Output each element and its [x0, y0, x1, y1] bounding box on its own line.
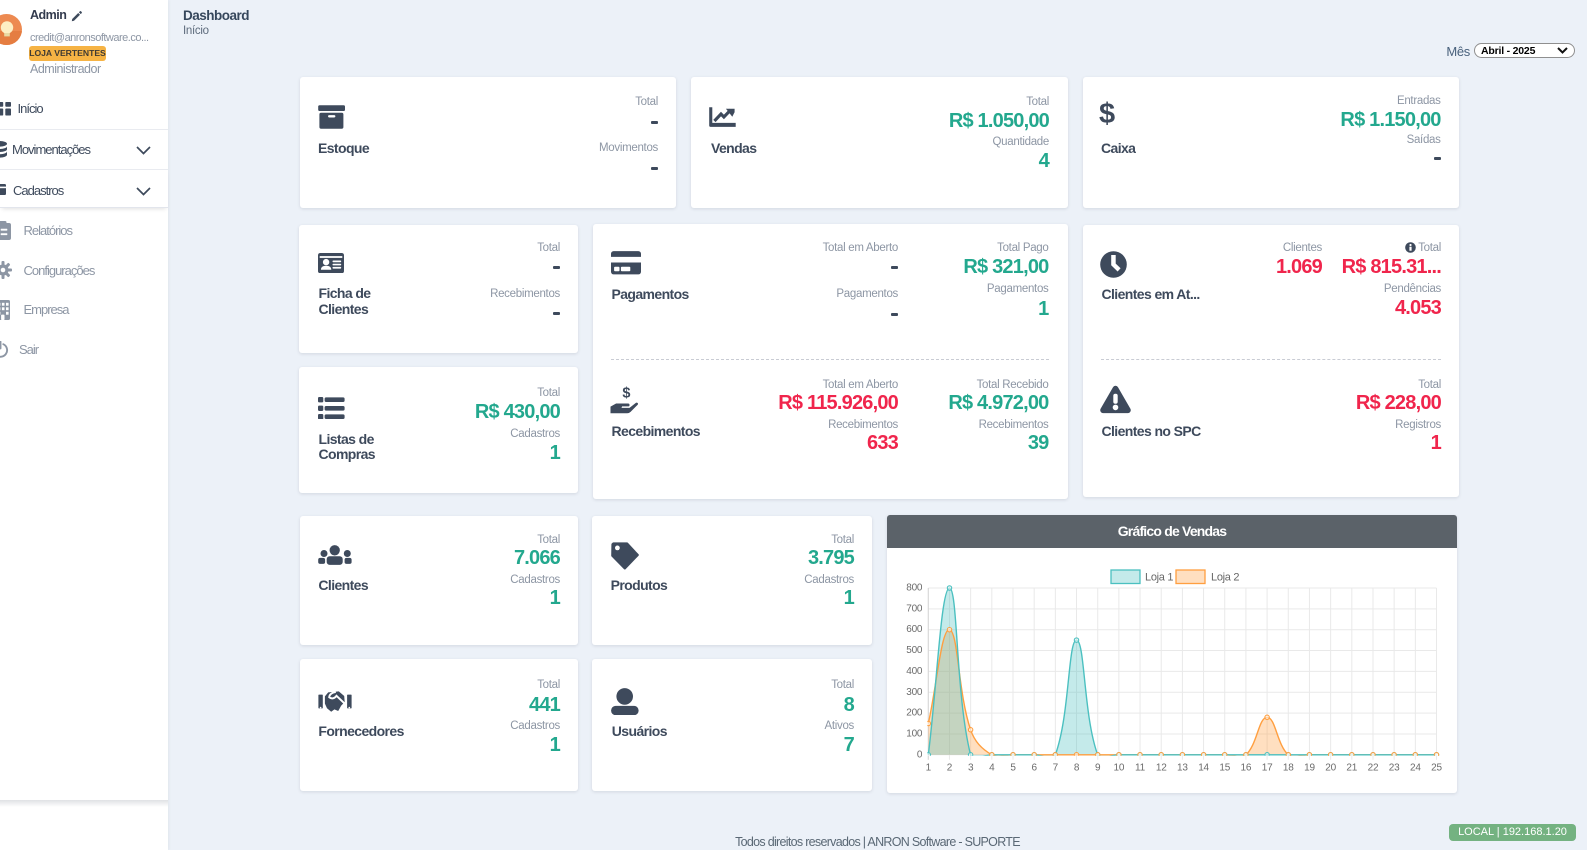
svg-text:5: 5: [1010, 762, 1016, 773]
svg-text:2: 2: [947, 762, 953, 773]
svg-text:4: 4: [989, 762, 995, 773]
svg-text:100: 100: [906, 728, 923, 739]
svg-text:19: 19: [1304, 762, 1315, 773]
svg-text:500: 500: [906, 645, 923, 656]
svg-text:600: 600: [906, 624, 923, 635]
svg-text:16: 16: [1241, 762, 1252, 773]
svg-text:25: 25: [1431, 762, 1442, 773]
svg-text:20: 20: [1325, 762, 1336, 773]
svg-text:Loja 2: Loja 2: [1211, 572, 1239, 584]
svg-text:400: 400: [906, 666, 923, 677]
svg-text:14: 14: [1198, 762, 1209, 773]
svg-text:8: 8: [1074, 762, 1080, 773]
svg-text:9: 9: [1095, 762, 1101, 773]
svg-text:6: 6: [1031, 762, 1037, 773]
svg-text:3: 3: [968, 762, 974, 773]
svg-text:0: 0: [917, 749, 923, 760]
svg-text:700: 700: [906, 603, 923, 614]
svg-text:300: 300: [906, 687, 923, 698]
svg-text:17: 17: [1262, 762, 1273, 773]
svg-text:12: 12: [1156, 762, 1167, 773]
svg-text:11: 11: [1135, 762, 1146, 773]
svg-text:10: 10: [1114, 762, 1125, 773]
svg-text:200: 200: [906, 708, 923, 719]
svg-text:22: 22: [1368, 762, 1379, 773]
svg-text:18: 18: [1283, 762, 1294, 773]
svg-text:$: $: [622, 385, 630, 401]
svg-text:Loja 1: Loja 1: [1145, 572, 1173, 584]
svg-text:21: 21: [1346, 762, 1357, 773]
svg-text:13: 13: [1177, 762, 1188, 773]
svg-text:7: 7: [1053, 762, 1059, 773]
svg-text:24: 24: [1410, 762, 1421, 773]
svg-text:1: 1: [926, 762, 932, 773]
svg-text:800: 800: [906, 583, 923, 594]
svg-text:23: 23: [1389, 762, 1400, 773]
svg-text:15: 15: [1219, 762, 1230, 773]
